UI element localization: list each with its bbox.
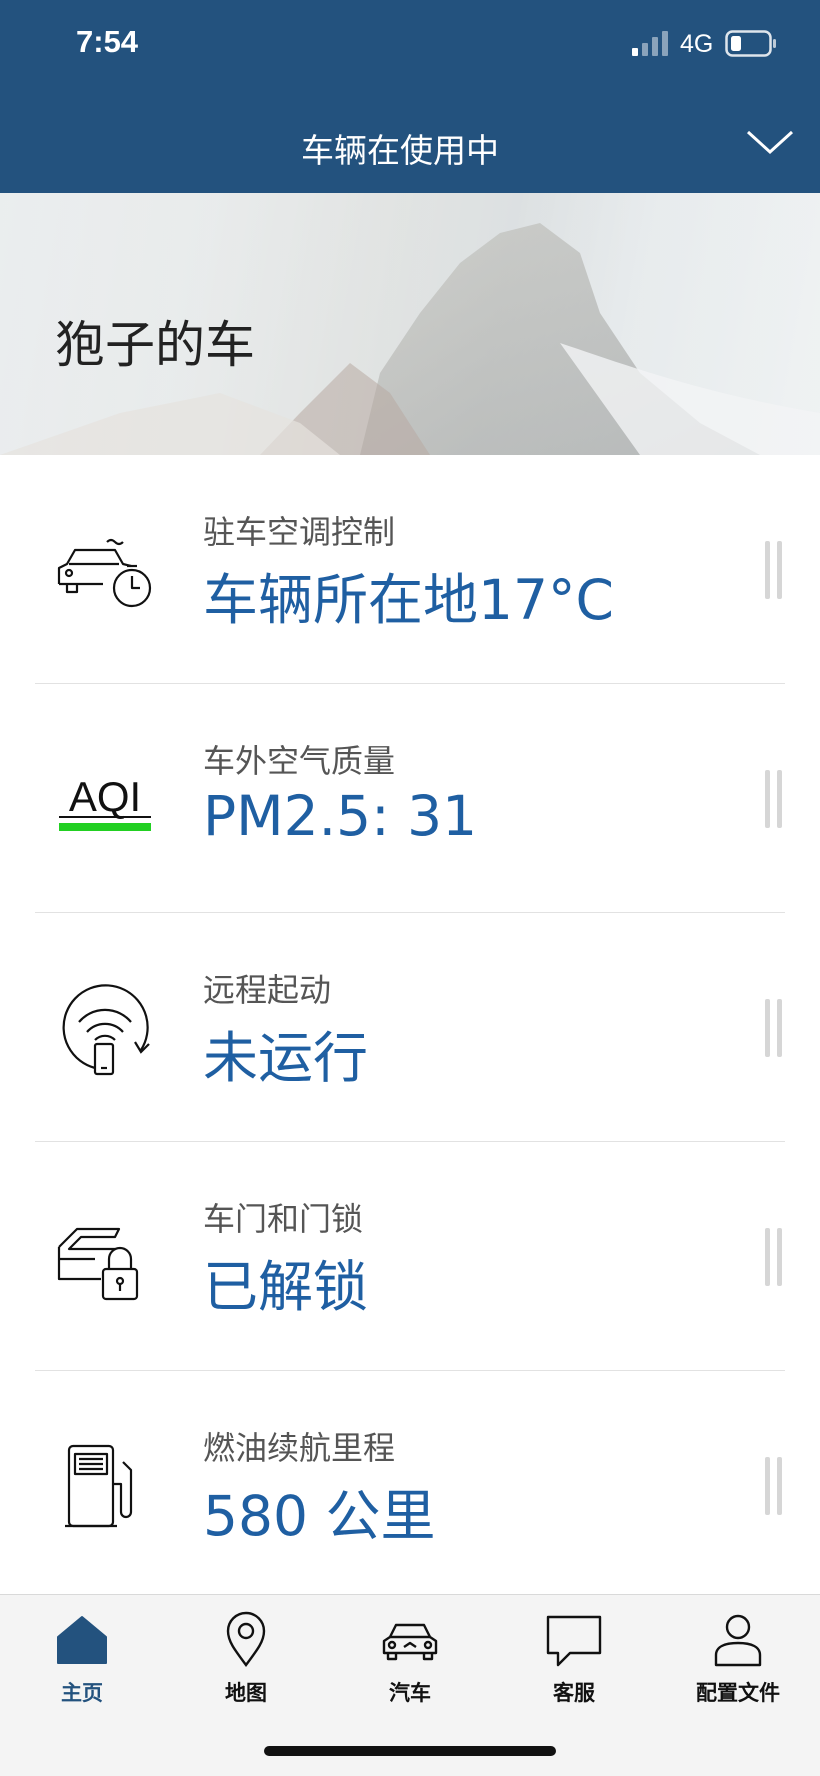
item-value: 车辆所在地17°C [203,568,614,632]
vehicle-status-list: 驻车空调控制 车辆所在地17°C AQI 车外空气质量 PM2.5: 31 远程… [0,455,820,1600]
item-value: 580 公里 [203,1484,436,1548]
drag-handle-icon[interactable] [763,769,785,828]
battery-icon [725,30,776,57]
list-item-fuel-range[interactable]: 燃油续航里程 580 公里 [0,1371,820,1600]
door-lock-icon [57,1227,139,1300]
chat-bubble-icon [546,1615,602,1667]
fuel-pump-icon [65,1444,133,1527]
item-label: 燃油续航里程 [203,1429,396,1467]
status-time: 7:54 [76,24,139,59]
aqi-level-bar [59,822,151,831]
status-bar: 7:54 4G [0,0,820,90]
item-label: 车外空气质量 [203,742,396,780]
item-value: 未运行 [203,1026,369,1090]
item-value: 已解锁 [203,1255,369,1319]
list-item-remote-start[interactable]: 远程起动 未运行 [0,913,820,1142]
home-indicator[interactable] [264,1746,556,1756]
app-header: 7:54 4G 车辆在使用中 [0,0,820,193]
item-label: 驻车空调控制 [203,513,396,551]
item-label: 远程起动 [203,971,332,1009]
tab-label: 配置文件 [696,1681,780,1705]
tab-customer-service[interactable]: 客服 [509,1609,639,1719]
car-icon [382,1623,438,1661]
list-item-climate[interactable]: 驻车空调控制 车辆所在地17°C [0,455,820,684]
profile-icon [714,1614,762,1667]
list-item-doors-locks[interactable]: 车门和门锁 已解锁 [0,1142,820,1371]
remote-start-icon [62,983,150,1075]
network-type: 4G [680,30,714,58]
drag-handle-icon[interactable] [763,998,785,1057]
drag-handle-icon[interactable] [763,540,785,599]
vehicle-hero-banner: 狍子的车 [0,193,820,455]
drag-handle-icon[interactable] [763,1456,785,1515]
tab-car[interactable]: 汽车 [345,1609,475,1719]
list-item-air-quality[interactable]: AQI 车外空气质量 PM2.5: 31 [0,684,820,913]
tab-label: 地图 [225,1681,267,1705]
parked-car-climate-timer-icon [57,538,152,607]
tab-map[interactable]: 地图 [181,1609,311,1719]
tab-home[interactable]: 主页 [17,1609,147,1719]
tab-label: 汽车 [389,1681,431,1705]
item-label: 车门和门锁 [203,1200,364,1238]
item-value: PM2.5: 31 [203,784,478,848]
map-pin-icon [226,1611,266,1668]
tab-label: 主页 [61,1681,103,1705]
aqi-icon-text: AQI [69,773,141,820]
home-icon [57,1616,107,1664]
chevron-down-icon[interactable] [745,126,795,158]
header-title: 车辆在使用中 [301,131,499,170]
tab-profile[interactable]: 配置文件 [673,1609,803,1719]
signal-strength-icon [632,31,668,56]
aqi-icon: AQI [59,773,151,831]
drag-handle-icon[interactable] [763,1227,785,1286]
vehicle-name: 狍子的车 [55,316,255,374]
vehicle-status-selector[interactable]: 车辆在使用中 [0,110,820,180]
tab-label: 客服 [553,1681,595,1705]
